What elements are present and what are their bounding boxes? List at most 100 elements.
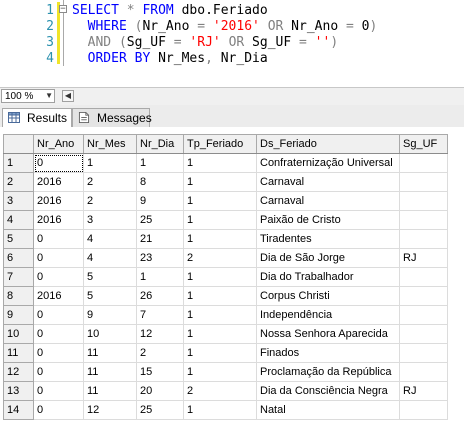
grid-cell[interactable] [399, 172, 448, 192]
grid-cell[interactable]: 2 [136, 343, 184, 363]
grid-cell[interactable]: 1 [183, 191, 257, 211]
grid-cell[interactable]: Independência [256, 305, 400, 325]
column-header[interactable]: Nr_Ano [33, 134, 84, 154]
grid-corner[interactable] [3, 134, 34, 154]
grid-cell[interactable]: RJ [399, 381, 448, 401]
table-row[interactable]: 5 0 4 21 1 Tiradentes [3, 229, 448, 249]
grid-cell[interactable] [399, 343, 448, 363]
table-row[interactable]: 12 0 11 15 1 Proclamação da República [3, 362, 448, 382]
row-number[interactable]: 12 [3, 362, 34, 382]
grid-cell[interactable]: Proclamação da República [256, 362, 400, 382]
row-number[interactable]: 2 [3, 172, 34, 192]
grid-cell[interactable]: Dia do Trabalhador [256, 267, 400, 287]
row-number[interactable]: 8 [3, 286, 34, 306]
grid-cell[interactable]: Finados [256, 343, 400, 363]
grid-cell[interactable] [399, 267, 448, 287]
row-number[interactable]: 11 [3, 343, 34, 363]
grid-cell[interactable]: 1 [183, 229, 257, 249]
tab-results[interactable]: Results [2, 108, 72, 128]
grid-cell[interactable]: 0 [33, 229, 84, 249]
grid-cell[interactable]: 9 [83, 305, 137, 325]
table-row[interactable]: 11 0 11 2 1 Finados [3, 343, 448, 363]
grid-cell[interactable]: 2016 [33, 172, 84, 192]
grid-cell[interactable]: Corpus Christi [256, 286, 400, 306]
grid-cell[interactable]: Natal [256, 400, 400, 420]
table-row[interactable]: 1 0 1 1 1 Confraternização Universal [3, 153, 448, 173]
table-row[interactable]: 3 2016 2 9 1 Carnaval [3, 191, 448, 211]
grid-cell[interactable]: 2 [183, 248, 257, 268]
grid-cell[interactable]: 11 [83, 362, 137, 382]
grid-cell[interactable]: 4 [83, 248, 137, 268]
grid-cell[interactable]: 1 [183, 400, 257, 420]
grid-cell[interactable]: 1 [183, 172, 257, 192]
grid-cell[interactable]: 0 [33, 248, 84, 268]
table-row[interactable]: 9 0 9 7 1 Independência [3, 305, 448, 325]
column-header[interactable]: Ds_Feriado [256, 134, 400, 154]
grid-cell[interactable]: 1 [183, 267, 257, 287]
grid-cell[interactable]: 0 [33, 324, 84, 344]
grid-cell[interactable]: 2016 [33, 191, 84, 211]
grid-cell[interactable] [399, 229, 448, 249]
column-header[interactable]: Tp_Feriado [183, 134, 257, 154]
grid-cell[interactable]: 0 [33, 305, 84, 325]
grid-cell[interactable]: 26 [136, 286, 184, 306]
grid-cell[interactable]: 1 [183, 305, 257, 325]
grid-cell[interactable] [399, 400, 448, 420]
grid-cell[interactable]: 0 [33, 267, 84, 287]
grid-cell[interactable]: Paixão de Cristo [256, 210, 400, 230]
row-number[interactable]: 5 [3, 229, 34, 249]
table-row[interactable]: 2 2016 2 8 1 Carnaval [3, 172, 448, 192]
grid-cell[interactable]: 2 [83, 191, 137, 211]
grid-cell[interactable] [399, 305, 448, 325]
grid-cell[interactable]: 1 [183, 286, 257, 306]
grid-cell[interactable]: Dia da Consciência Negra [256, 381, 400, 401]
grid-cell[interactable]: 11 [83, 343, 137, 363]
grid-cell[interactable]: 3 [83, 210, 137, 230]
grid-cell[interactable] [399, 362, 448, 382]
grid-cell[interactable]: 12 [83, 400, 137, 420]
grid-cell[interactable]: 10 [83, 324, 137, 344]
grid-cell[interactable]: 0 [33, 362, 84, 382]
grid-cell[interactable]: 11 [83, 381, 137, 401]
grid-cell[interactable] [399, 153, 448, 173]
grid-cell[interactable]: 7 [136, 305, 184, 325]
grid-cell[interactable] [399, 210, 448, 230]
grid-cell[interactable]: 0 [33, 381, 84, 401]
grid-cell[interactable]: 1 [83, 153, 137, 173]
grid-cell[interactable]: 2016 [33, 210, 84, 230]
grid-cell[interactable]: 25 [136, 210, 184, 230]
code-line[interactable]: 4 ORDER BY Nr_Mes, Nr_Dia [0, 50, 464, 68]
grid-cell[interactable]: 21 [136, 229, 184, 249]
grid-cell[interactable]: 1 [183, 343, 257, 363]
row-number[interactable]: 13 [3, 381, 34, 401]
grid-cell[interactable]: 2016 [33, 286, 84, 306]
grid-cell[interactable]: 0 [33, 153, 84, 173]
row-number[interactable]: 3 [3, 191, 34, 211]
table-row[interactable]: 4 2016 3 25 1 Paixão de Cristo [3, 210, 448, 230]
column-header[interactable]: Nr_Dia [136, 134, 184, 154]
grid-cell[interactable]: 5 [83, 267, 137, 287]
tab-messages[interactable]: Messages [72, 108, 152, 127]
grid-cell[interactable]: 1 [183, 210, 257, 230]
table-row[interactable]: 10 0 10 12 1 Nossa Senhora Aparecida [3, 324, 448, 344]
grid-cell[interactable]: Confraternização Universal [256, 153, 400, 173]
results-grid[interactable]: Nr_Ano Nr_Mes Nr_Dia Tp_Feriado Ds_Feria… [3, 134, 448, 420]
row-number[interactable]: 14 [3, 400, 34, 420]
grid-cell[interactable]: 2 [83, 172, 137, 192]
grid-cell[interactable]: 9 [136, 191, 184, 211]
grid-cell[interactable] [399, 324, 448, 344]
row-number[interactable]: 10 [3, 324, 34, 344]
table-row[interactable]: 6 0 4 23 2 Dia de São Jorge RJ [3, 248, 448, 268]
grid-cell[interactable]: 12 [136, 324, 184, 344]
grid-cell[interactable]: 15 [136, 362, 184, 382]
sql-editor[interactable]: − 1 SELECT * FROM dbo.Feriado 2 WHERE (Nr_… [0, 0, 464, 84]
grid-cell[interactable]: 23 [136, 248, 184, 268]
grid-cell[interactable]: Tiradentes [256, 229, 400, 249]
grid-cell[interactable]: 1 [183, 153, 257, 173]
grid-cell[interactable]: 1 [136, 267, 184, 287]
grid-cell[interactable]: 4 [83, 229, 137, 249]
grid-cell[interactable]: Nossa Senhora Aparecida [256, 324, 400, 344]
grid-cell[interactable] [399, 286, 448, 306]
grid-cell[interactable]: 20 [136, 381, 184, 401]
grid-cell[interactable]: 8 [136, 172, 184, 192]
